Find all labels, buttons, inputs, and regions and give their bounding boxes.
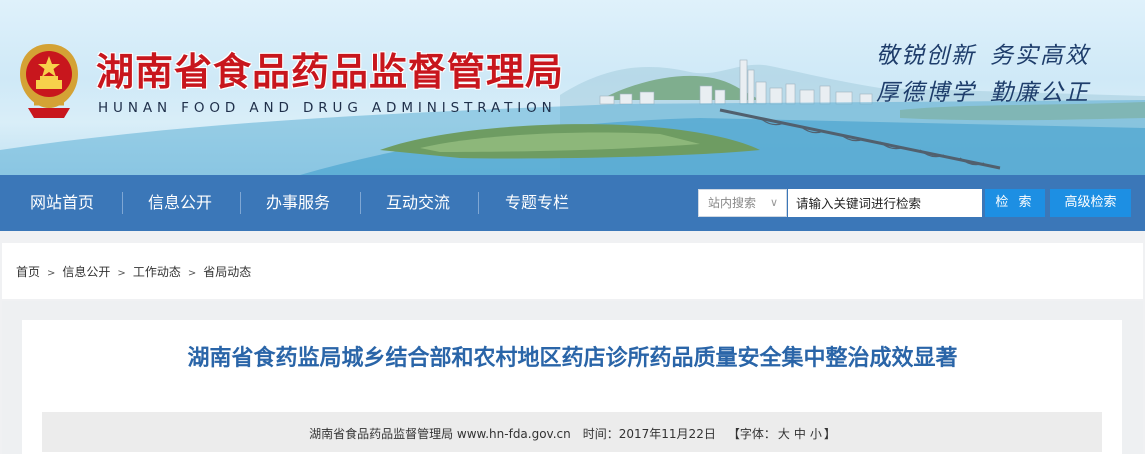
motto-line-2: 厚德博学 勤廉公正 — [876, 73, 1090, 107]
search-button[interactable]: 检 索 — [985, 189, 1045, 217]
nav-divider — [122, 192, 123, 214]
breadcrumb-home[interactable]: 首页 — [16, 265, 40, 279]
motto-phrase: 务实高效 — [990, 43, 1090, 69]
motto-line-1: 敬锐创新 务实高效 — [876, 36, 1090, 70]
site-subtitle: HUNAN FOOD AND DRUG ADMINISTRATION — [98, 100, 557, 116]
breadcrumb-separator: > — [187, 268, 197, 279]
nav-divider — [240, 192, 241, 214]
font-size-large-button[interactable]: 大 — [778, 427, 790, 441]
breadcrumb-work-news[interactable]: 工作动态 — [133, 265, 181, 279]
national-emblem-icon — [16, 42, 82, 120]
font-size-label-end: 】 — [823, 427, 836, 441]
article-time: 时间：2017年11月22日 — [582, 427, 716, 441]
breadcrumb-bar: 首页 > 信息公开 > 工作动态 > 省局动态 — [2, 243, 1143, 299]
header-banner: 湖南省食品药品监督管理局 HUNAN FOOD AND DRUG ADMINIS… — [0, 0, 1145, 175]
nav-item-services[interactable]: 办事服务 — [266, 175, 330, 231]
breadcrumb-separator: > — [47, 268, 56, 279]
breadcrumb-separator: > — [117, 268, 126, 279]
font-size-label: 【字体： — [727, 427, 776, 441]
breadcrumb-info-disclosure[interactable]: 信息公开 — [62, 265, 110, 279]
nav-divider — [360, 192, 361, 214]
motto-phrase: 勤廉公正 — [990, 80, 1090, 106]
advanced-search-button[interactable]: 高级检索 — [1050, 189, 1131, 217]
font-size-medium-button[interactable]: 中 — [794, 427, 806, 441]
nav-item-info-disclosure[interactable]: 信息公开 — [148, 175, 212, 231]
motto-phrase: 厚德博学 — [876, 80, 976, 106]
search-input[interactable] — [788, 189, 982, 217]
breadcrumb: 首页 > 信息公开 > 工作动态 > 省局动态 — [16, 263, 251, 280]
article-meta: 湖南省食品药品监督管理局 www.hn-fda.gov.cn 时间：2017年11… — [0, 425, 1145, 442]
search-scope-label: 站内搜索 — [708, 196, 757, 210]
motto-phrase: 敬锐创新 — [876, 43, 976, 69]
font-size-small-button[interactable]: 小 — [810, 427, 822, 441]
nav-item-special-topics[interactable]: 专题专栏 — [505, 175, 569, 231]
nav-item-interaction[interactable]: 互动交流 — [386, 175, 450, 231]
breadcrumb-bureau-news[interactable]: 省局动态 — [203, 265, 251, 279]
nav-item-home[interactable]: 网站首页 — [30, 175, 94, 231]
article-source: 湖南省食品药品监督管理局 www.hn-fda.gov.cn — [309, 427, 571, 441]
article-title: 湖南省食药监局城乡结合部和农村地区药店诊所药品质量安全集中整治成效显著 — [187, 346, 958, 371]
chevron-down-icon: ∨ — [769, 196, 778, 209]
site-title: 湖南省食品药品监督管理局 — [96, 50, 565, 94]
nav-divider — [478, 192, 479, 214]
search-scope-select[interactable]: 站内搜索 ∨ — [698, 189, 787, 217]
